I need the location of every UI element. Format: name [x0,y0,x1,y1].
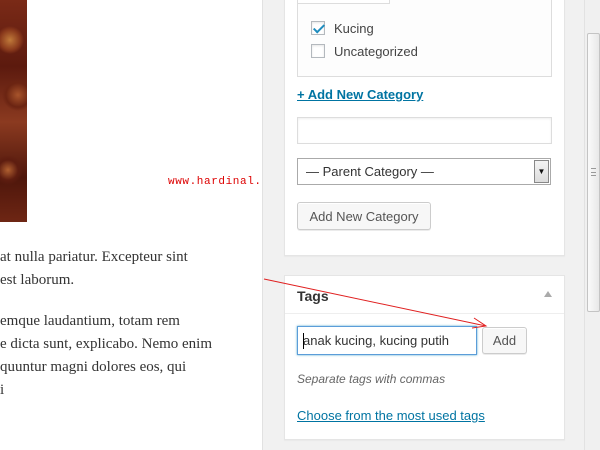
parent-category-select[interactable]: — Parent Category — ▼ [297,158,551,185]
scrollbar-grip-icon [591,168,596,176]
editor-paragraph-1[interactable]: at nulla pariatur. Excepteur sint est la… [0,246,188,292]
category-label: Kucing [334,20,374,36]
category-checkbox-checked[interactable] [311,21,325,35]
editor-line-text: e dicta sunt, explicabo. Nemo enim [0,336,213,352]
editor-line-text: i [0,382,5,398]
text-caret [303,333,304,349]
category-checkbox-unchecked[interactable] [311,44,325,58]
choose-most-used-tags-link[interactable]: Choose from the most used tags [297,408,485,423]
editor-line: e dicta sunt, explicabo. Nemo enim [0,333,212,356]
add-new-category-button[interactable]: Add New Category [297,202,431,230]
post-sidebar: Kucing Uncategorized + Add New Category … [262,0,600,450]
editor-line: emque laudantium, totam rem [0,310,212,333]
categories-box: Kucing Uncategorized + Add New Category … [284,0,565,256]
editor-paragraph-2[interactable]: emque laudantium, totam rem e dicta sunt… [0,310,212,402]
tags-box-header[interactable]: Tags [285,276,564,314]
add-new-category-link[interactable]: + Add New Category [297,87,423,102]
category-tab-edge [298,0,390,4]
tags-box: Tags anak kucing, kucing putih Add Separ… [284,275,565,440]
tags-input-value: anak kucing, kucing putih [303,333,449,348]
post-image [0,0,27,222]
editor-line-text: emque laudantium, totam rem [0,313,180,329]
editor-line: i [0,379,212,402]
editor-line-text: at nulla pariatur. Excepteur sint [0,249,188,265]
tags-title: Tags [297,288,329,304]
post-editor-content[interactable]: at nulla pariatur. Excepteur sint est la… [0,0,262,450]
scrollbar-thumb[interactable] [587,33,600,312]
editor-line-text: quuntur magni dolores eos, qui [0,359,187,375]
editor-line-text: est laborum. [0,272,75,288]
category-item-uncategorized[interactable]: Uncategorized [311,42,418,60]
category-label: Uncategorized [334,43,418,59]
tags-hint-text: Separate tags with commas [297,372,446,386]
editor-line: est laborum. [0,269,188,292]
page-scrollbar[interactable] [584,0,600,450]
category-item-kucing[interactable]: Kucing [311,19,374,37]
category-checklist: Kucing Uncategorized [297,0,552,77]
dropdown-arrow-icon[interactable]: ▼ [534,160,549,183]
collapse-arrow-icon[interactable] [544,291,552,297]
editor-line: quuntur magni dolores eos, qui [0,356,212,379]
tags-input[interactable]: anak kucing, kucing putih [297,326,477,355]
parent-category-value: — Parent Category — [306,164,434,179]
add-tag-button[interactable]: Add [482,327,527,354]
editor-line: at nulla pariatur. Excepteur sint [0,246,188,269]
new-category-input[interactable] [297,117,552,144]
